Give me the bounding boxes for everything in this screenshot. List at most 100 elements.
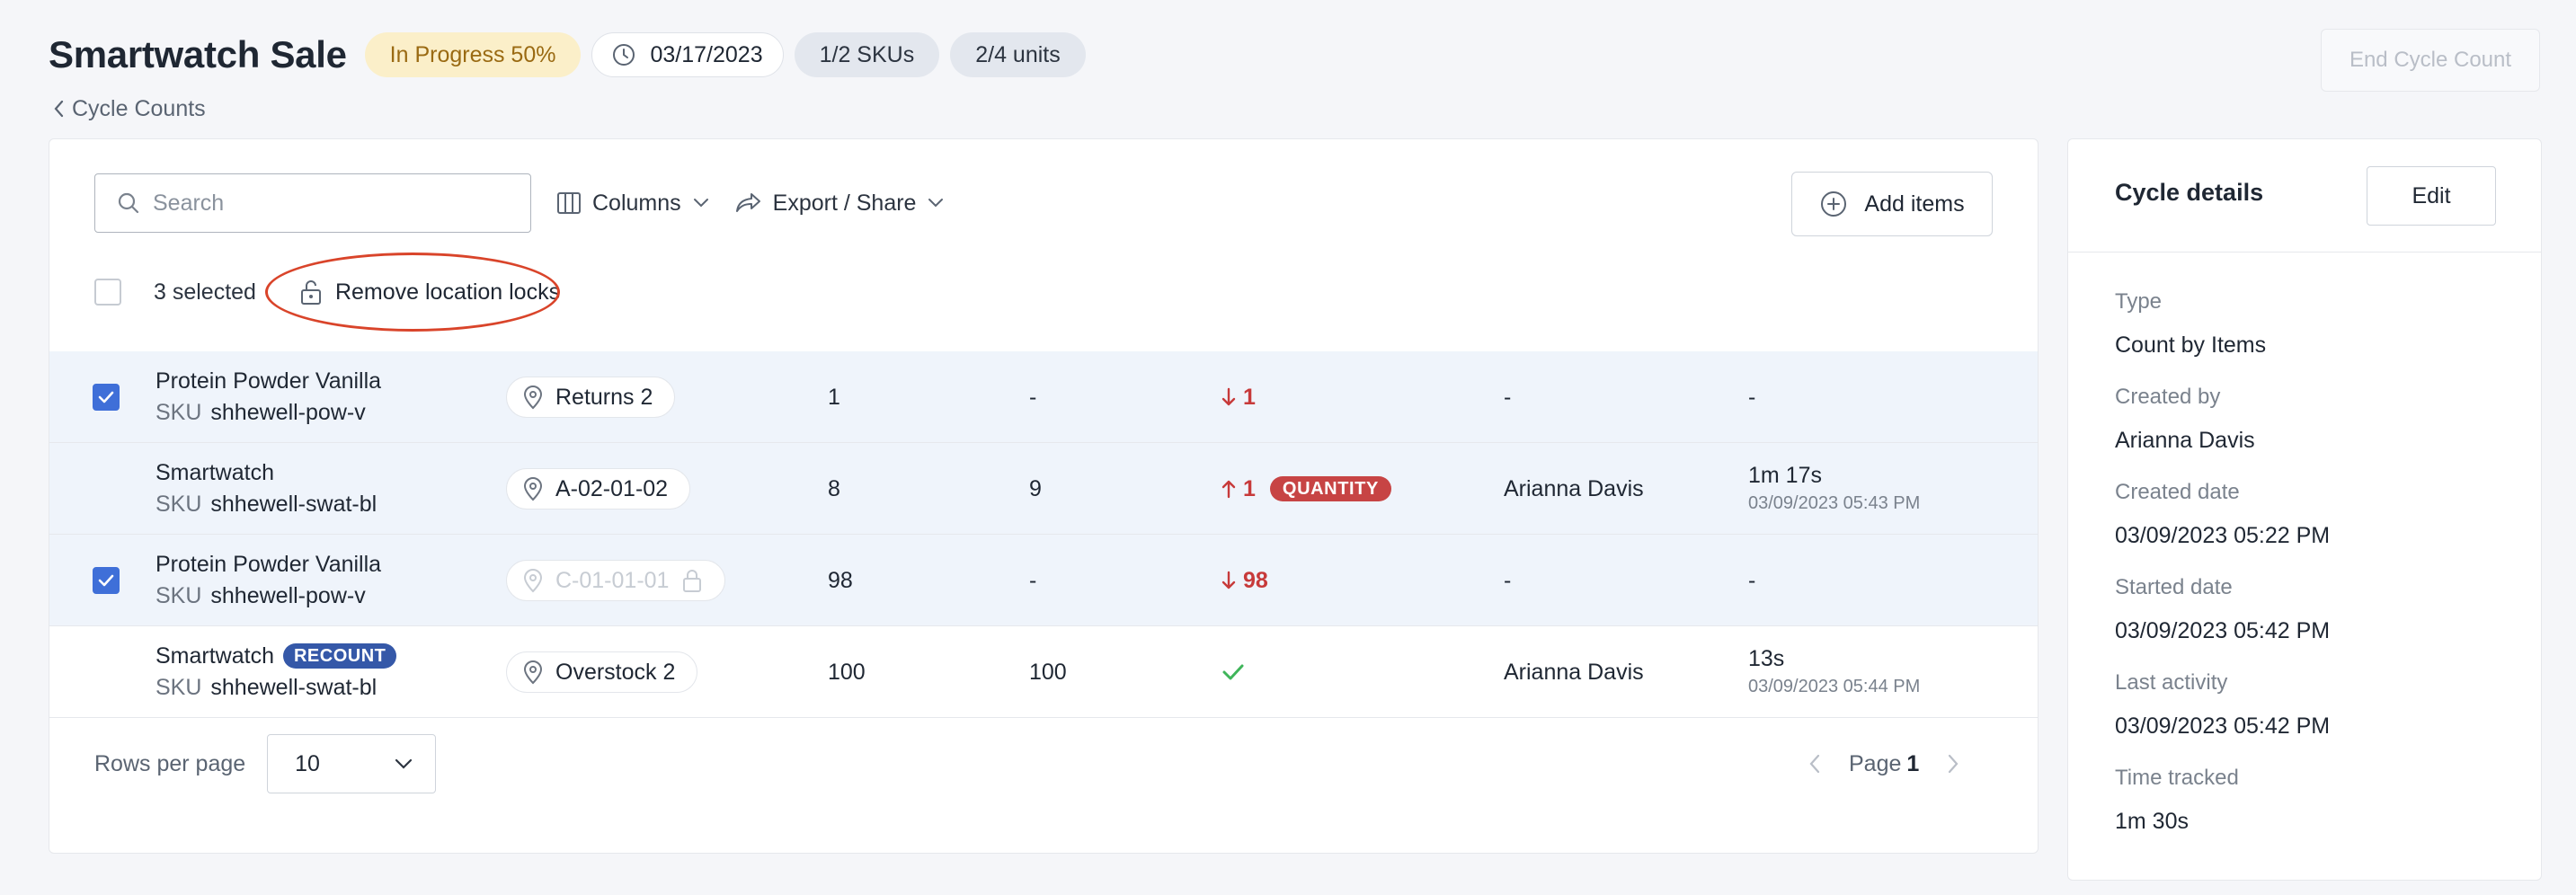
end-cycle-count-button[interactable]: End Cycle Count xyxy=(2321,29,2540,92)
location-chip[interactable]: Returns 2 xyxy=(506,377,676,418)
counted-by: - xyxy=(1504,567,1512,593)
detail-value: 03/09/2023 05:42 PM xyxy=(2115,618,2331,643)
clock-icon xyxy=(613,44,635,66)
detail-value: 03/09/2023 05:42 PM xyxy=(2115,713,2331,739)
rows-per-page-value: 10 xyxy=(295,750,320,776)
sku-label: SKU xyxy=(155,675,202,700)
row-checkbox[interactable] xyxy=(93,567,120,594)
location-name: C-01-01-01 xyxy=(555,567,670,593)
detail-type: Type Count by Items xyxy=(2115,287,2266,360)
table-footer: Rows per page 10 xyxy=(94,734,437,793)
detail-started-date: Started date 03/09/2023 05:42 PM xyxy=(2115,572,2330,646)
toolbar: Columns Export / Share xyxy=(94,173,945,233)
arrow-down-icon xyxy=(1221,387,1236,406)
variance-value: 1 xyxy=(1243,384,1256,410)
date-text: 03/17/2023 xyxy=(650,41,763,67)
variance: 1 xyxy=(1221,385,1256,411)
variance: 98 xyxy=(1221,568,1268,594)
time-tracked: 1m 17s xyxy=(1748,463,1822,488)
search-input[interactable] xyxy=(153,190,494,217)
selection-bar: 3 selected Remove location locks xyxy=(94,253,561,332)
units-pill: 2/4 units xyxy=(950,32,1086,77)
table-row[interactable]: Smartwatch RECOUNT SKU shhewell-swat-bl Ov… xyxy=(49,626,2038,718)
share-icon xyxy=(735,191,762,215)
columns-button[interactable]: Columns xyxy=(556,191,710,217)
pagination: Page 1 xyxy=(1808,734,1960,793)
location-pin-icon xyxy=(523,569,543,593)
chevron-right-icon[interactable] xyxy=(1946,752,1960,775)
detail-label: Time tracked xyxy=(2115,766,2239,790)
export-share-button[interactable]: Export / Share xyxy=(735,191,946,217)
chevron-left-icon[interactable] xyxy=(1808,752,1822,775)
detail-created-by: Created by Arianna Davis xyxy=(2115,382,2255,456)
variance: 1 QUANTITY xyxy=(1221,476,1391,502)
search-box[interactable] xyxy=(94,173,531,233)
breadcrumb-label: Cycle Counts xyxy=(72,95,206,121)
add-items-button[interactable]: Add items xyxy=(1791,172,1993,236)
skus-pill: 1/2 SKUs xyxy=(794,32,940,77)
detail-label: Last activity xyxy=(2115,670,2228,695)
item-cell: Smartwatch RECOUNT SKU shhewell-swat-bl xyxy=(155,626,397,718)
variance-value: 98 xyxy=(1243,567,1268,593)
page-header: Smartwatch Sale In Progress 50% 03/17/20… xyxy=(49,32,1097,77)
quantity-badge: QUANTITY xyxy=(1269,476,1391,501)
plus-circle-icon xyxy=(1821,191,1847,217)
rows-per-page-label: Rows per page xyxy=(94,750,246,776)
edit-button[interactable]: Edit xyxy=(2367,166,2496,226)
variance xyxy=(1221,626,1245,718)
items-card: Columns Export / Share Add items 3 selec… xyxy=(49,138,2039,854)
item-name: Smartwatch xyxy=(155,643,274,669)
table-row[interactable]: Protein Powder Vanilla SKU shhewell-pow-v… xyxy=(49,351,2038,443)
item-cell: Protein Powder Vanilla SKU shhewell-pow-v xyxy=(155,535,381,626)
counted-qty: 9 xyxy=(1029,475,1042,501)
item-sku: shhewell-swat-bl xyxy=(210,675,378,700)
cycle-details-title: Cycle details xyxy=(2115,179,2264,206)
remove-location-locks-button[interactable]: Remove location locks xyxy=(264,253,561,332)
add-items-label: Add items xyxy=(1864,191,1965,217)
expected-qty: 1 xyxy=(828,384,840,410)
counted-qty: - xyxy=(1029,567,1037,593)
page-indicator: Page 1 xyxy=(1849,751,1919,777)
counted-qty: - xyxy=(1029,384,1037,410)
time-cell: 13s 03/09/2023 05:44 PM xyxy=(1748,626,1920,718)
time-timestamp: 03/09/2023 05:43 PM xyxy=(1748,493,1921,513)
columns-label: Columns xyxy=(592,190,681,216)
location-chip[interactable]: Overstock 2 xyxy=(506,651,698,693)
arrow-down-icon xyxy=(1221,571,1236,589)
cycle-details-panel: Cycle details Edit Type Count by Items C… xyxy=(2067,138,2542,881)
cycle-details-header: Cycle details Edit xyxy=(2068,139,2541,253)
detail-time-tracked: Time tracked 1m 30s xyxy=(2115,763,2239,837)
detail-last-activity: Last activity 03/09/2023 05:42 PM xyxy=(2115,668,2330,741)
time-tracked: 13s xyxy=(1748,646,1785,671)
sku-label: SKU xyxy=(155,492,202,517)
rows-per-page-select[interactable]: 10 xyxy=(267,734,437,793)
sku-label: SKU xyxy=(155,400,202,425)
time-cell: - xyxy=(1748,351,1755,443)
detail-value: 1m 30s xyxy=(2115,809,2189,834)
location-chip[interactable]: A-02-01-02 xyxy=(506,468,691,510)
status-badge: In Progress 50% xyxy=(364,32,582,77)
detail-label: Type xyxy=(2115,289,2163,314)
breadcrumb[interactable]: Cycle Counts xyxy=(52,93,206,124)
location-chip-locked[interactable]: C-01-01-01 xyxy=(506,560,726,601)
location-name: Overstock 2 xyxy=(555,659,676,685)
detail-label: Started date xyxy=(2115,575,2233,599)
unlock-icon xyxy=(300,280,321,305)
item-sku: shhewell-pow-v xyxy=(210,400,366,425)
remove-locks-label: Remove location locks xyxy=(334,279,561,305)
location-name: Returns 2 xyxy=(555,384,653,410)
table-row[interactable]: Smartwatch SKU shhewell-swat-bl A-02-01-0… xyxy=(49,443,2038,535)
table-row[interactable]: Protein Powder Vanilla SKU shhewell-pow-v… xyxy=(49,535,2038,626)
lock-icon xyxy=(683,570,702,592)
chevron-down-icon xyxy=(395,758,413,769)
select-all-checkbox[interactable] xyxy=(94,279,121,306)
row-checkbox[interactable] xyxy=(93,384,120,411)
item-name: Protein Powder Vanilla xyxy=(155,368,382,394)
detail-value: Count by Items xyxy=(2115,332,2267,358)
date-pill: 03/17/2023 xyxy=(591,32,784,77)
time-cell: - xyxy=(1748,535,1755,626)
expected-qty: 98 xyxy=(828,567,853,593)
item-sku: shhewell-pow-v xyxy=(210,583,366,608)
check-icon xyxy=(1222,664,1244,680)
detail-value: 03/09/2023 05:22 PM xyxy=(2115,523,2331,548)
